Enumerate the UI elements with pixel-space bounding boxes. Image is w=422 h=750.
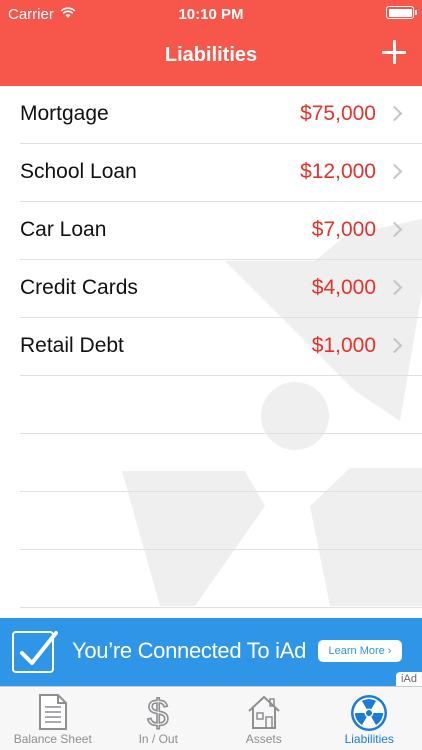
page-title: Liabilities [164, 44, 258, 66]
liabilities-list[interactable]: Mortgage $75,000 School Loan $12,000 Car… [0, 86, 422, 618]
learn-more-button[interactable]: Learn More › [318, 640, 402, 662]
liability-value: $12,000 [300, 160, 376, 183]
tab-label: Liabilities [344, 732, 394, 746]
empty-row-divider [20, 433, 422, 434]
tab-balance-sheet[interactable]: Balance Sheet [0, 687, 106, 750]
chevron-right-icon [386, 279, 403, 296]
liability-row-credit-cards[interactable]: Credit Cards $4,000 [0, 260, 422, 318]
tab-in-out[interactable]: $ In / Out [106, 687, 212, 750]
status-time: 10:10 PM [178, 6, 244, 23]
empty-row-divider [20, 607, 422, 608]
tab-label: Balance Sheet [13, 732, 92, 746]
liability-label: Mortgage [20, 102, 109, 125]
liability-label: Retail Debt [20, 334, 124, 357]
liability-row-retail-debt[interactable]: Retail Debt $1,000 [0, 318, 422, 376]
radiation-icon [351, 695, 388, 731]
row-divider [20, 375, 422, 376]
ad-text: You’re Connected To iAd [72, 638, 307, 663]
liability-row-car-loan[interactable]: Car Loan $7,000 [0, 202, 422, 260]
document-icon [38, 694, 67, 730]
tab-assets[interactable]: Assets [211, 687, 317, 750]
svg-text:$: $ [148, 693, 169, 731]
chevron-right-icon [386, 337, 403, 354]
add-liability-button[interactable] [378, 36, 410, 68]
liability-value: $7,000 [311, 218, 376, 241]
iad-banner[interactable]: You’re Connected To iAd Learn More › iAd [0, 618, 422, 686]
chevron-right-icon [386, 221, 403, 238]
tab-liabilities[interactable]: Liabilities [317, 687, 422, 750]
liability-label: Credit Cards [20, 276, 138, 299]
tab-label: In / Out [138, 732, 178, 746]
tab-bar: Balance Sheet $ In / Out Assets Liabilit… [0, 686, 422, 750]
chevron-right-icon [386, 105, 403, 122]
iad-tag: iAd [396, 672, 422, 686]
liability-label: Car Loan [20, 218, 107, 241]
dollar-icon: $ [147, 693, 170, 731]
empty-row-divider [20, 549, 422, 550]
status-bar: Carrier 10:10 PM [0, 0, 422, 30]
liability-label: School Loan [20, 160, 137, 183]
house-icon [248, 695, 280, 729]
liability-row-school-loan[interactable]: School Loan $12,000 [0, 144, 422, 202]
liability-value: $1,000 [311, 334, 376, 357]
liability-row-mortgage[interactable]: Mortgage $75,000 [0, 86, 422, 144]
empty-row-divider [20, 491, 422, 492]
tab-label: Assets [245, 732, 282, 746]
checkmark-icon [12, 631, 58, 673]
liability-value: $75,000 [300, 102, 376, 125]
chevron-right-icon [386, 163, 403, 180]
liability-value: $4,000 [311, 276, 376, 299]
battery-icon [386, 6, 417, 19]
nav-header: Carrier 10:10 PM Liabilities [0, 0, 422, 86]
